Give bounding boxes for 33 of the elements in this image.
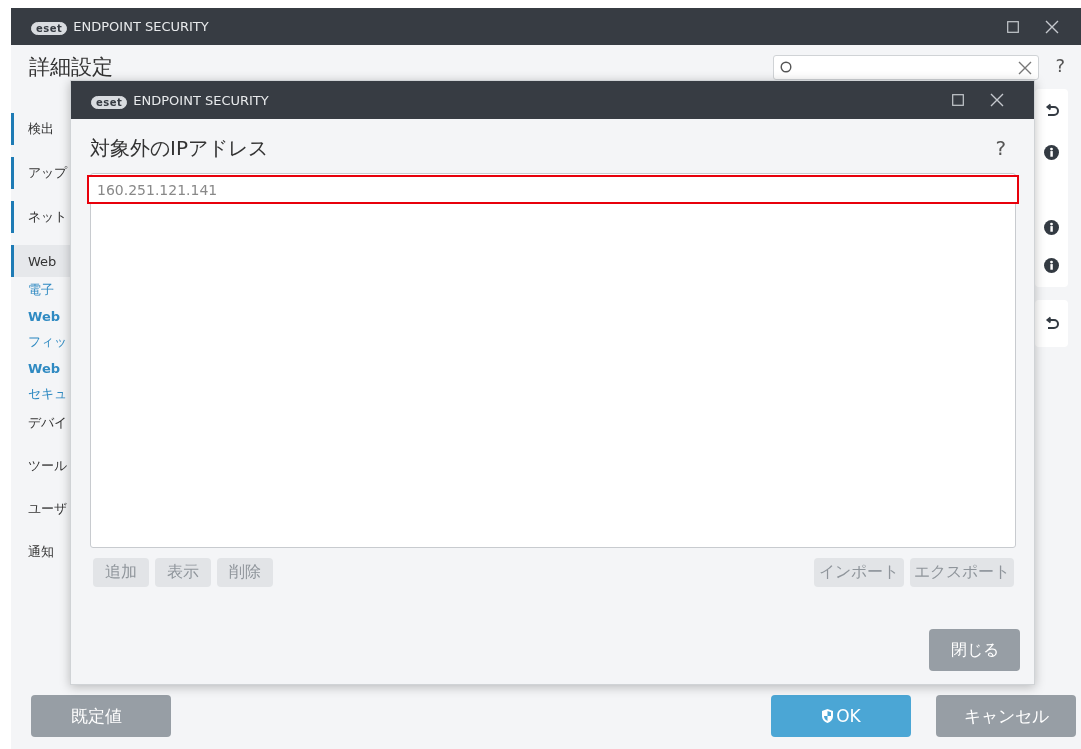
- sidebar-item[interactable]: Web: [11, 355, 70, 381]
- sidebar-item[interactable]: ツール: [11, 450, 70, 482]
- sidebar-item[interactable]: デバイ: [11, 407, 70, 439]
- cancel-button[interactable]: キャンセル: [936, 695, 1076, 737]
- sidebar-item[interactable]: Web: [11, 245, 70, 277]
- page-heading: 詳細設定: [29, 54, 114, 81]
- sidebar-item[interactable]: フィッ: [11, 329, 70, 355]
- sidebar-item[interactable]: Web: [11, 303, 70, 329]
- dialog-heading: 対象外のIPアドレス: [90, 134, 269, 162]
- clear-icon[interactable]: [1018, 60, 1033, 75]
- help-icon[interactable]: ?: [1055, 55, 1065, 76]
- window-title: ENDPOINT SECURITY: [73, 19, 210, 34]
- close-icon[interactable]: [990, 93, 1004, 107]
- logo: eset: [31, 22, 68, 35]
- search-field[interactable]: [773, 55, 1040, 80]
- info-icon[interactable]: [1044, 145, 1059, 160]
- info-icon[interactable]: [1044, 220, 1059, 235]
- info-icon[interactable]: [1044, 258, 1059, 273]
- list-row[interactable]: 160.251.121.141: [87, 175, 1019, 204]
- maximize-icon[interactable]: [1007, 20, 1019, 33]
- maximize-icon[interactable]: [952, 94, 964, 106]
- help-icon[interactable]: ?: [995, 136, 1006, 160]
- sidebar-item[interactable]: 電子: [11, 277, 70, 303]
- sidebar-item[interactable]: セキュ: [11, 381, 70, 407]
- ok-button[interactable]: OK: [771, 695, 911, 737]
- logo: eset: [91, 95, 128, 109]
- sidebar-item[interactable]: 通知: [11, 536, 70, 568]
- close-icon[interactable]: [1045, 19, 1059, 34]
- shield-icon: [821, 708, 835, 724]
- close-button[interactable]: 閉じる: [929, 629, 1020, 671]
- default-button[interactable]: 既定値: [31, 695, 171, 737]
- sidebar-item[interactable]: ユーザ: [11, 493, 70, 525]
- window-title: ENDPOINT SECURITY: [133, 92, 270, 108]
